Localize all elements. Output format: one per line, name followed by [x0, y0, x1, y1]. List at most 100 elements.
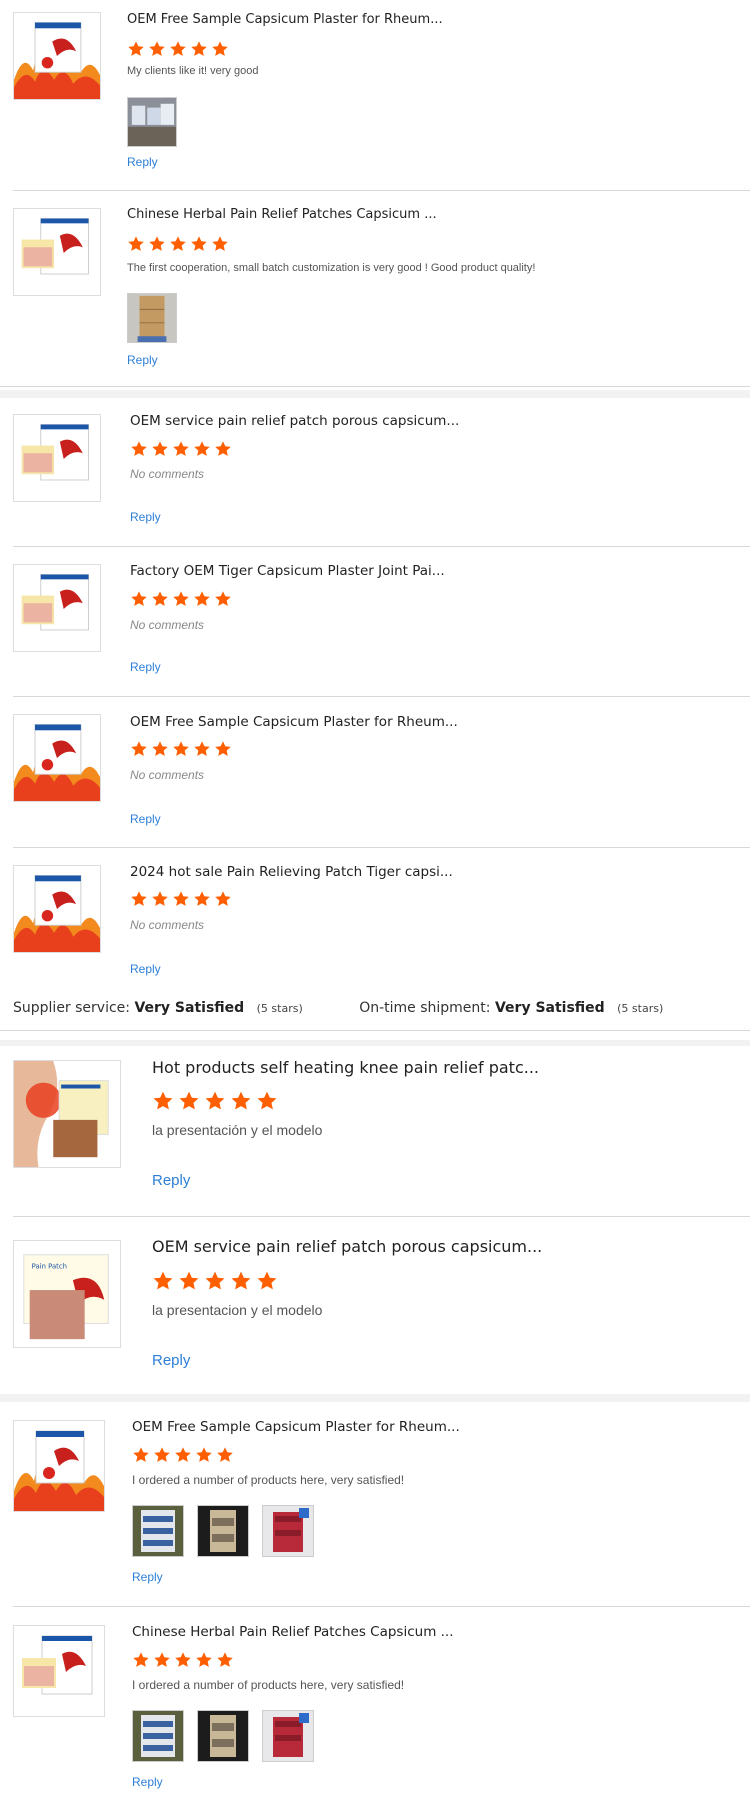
review-photo[interactable] — [132, 1710, 184, 1762]
star-icon — [127, 235, 145, 253]
reply-link[interactable]: Reply — [130, 510, 161, 524]
product-thumbnail[interactable] — [13, 865, 101, 953]
divider — [13, 1606, 750, 1607]
product-thumbnail[interactable] — [13, 12, 101, 100]
divider — [13, 190, 750, 191]
review-photos — [132, 1710, 327, 1762]
product-title[interactable]: Factory OEM Tiger Capsicum Plaster Joint… — [130, 563, 445, 579]
product-thumbnail[interactable] — [13, 564, 101, 652]
star-rating — [130, 890, 235, 908]
star-icon — [172, 890, 190, 908]
product-thumbnail[interactable] — [13, 1625, 105, 1717]
review-photo[interactable] — [262, 1710, 314, 1762]
product-thumbnail[interactable] — [13, 208, 101, 296]
star-icon — [152, 1270, 174, 1292]
star-icon — [256, 1090, 278, 1112]
review-comment: la presentación y el modelo — [152, 1122, 323, 1138]
shipment-stars: (5 stars) — [617, 1002, 664, 1015]
star-icon — [148, 235, 166, 253]
reply-link[interactable]: Reply — [130, 660, 161, 674]
section-separator — [0, 1394, 750, 1402]
star-rating — [130, 590, 235, 608]
star-icon — [132, 1651, 150, 1669]
star-icon — [174, 1651, 192, 1669]
star-rating — [130, 740, 235, 758]
review-photo[interactable] — [197, 1710, 249, 1762]
star-icon — [230, 1090, 252, 1112]
review-photo[interactable] — [262, 1505, 314, 1557]
review-comment: No comments — [130, 918, 205, 932]
review-photo[interactable] — [127, 97, 177, 147]
star-icon — [190, 235, 208, 253]
review-photo[interactable] — [132, 1505, 184, 1557]
supplier-service-label: Supplier service: — [13, 1000, 130, 1016]
divider — [13, 1216, 750, 1217]
star-icon — [214, 440, 232, 458]
review-comment: My clients like it! very good — [127, 65, 259, 77]
star-icon — [214, 890, 232, 908]
divider — [0, 386, 750, 387]
star-rating — [130, 440, 235, 458]
star-icon — [178, 1090, 200, 1112]
reply-link[interactable]: Reply — [152, 1172, 190, 1189]
star-icon — [151, 590, 169, 608]
reply-link[interactable]: Reply — [130, 812, 161, 826]
star-icon — [211, 40, 229, 58]
star-icon — [204, 1090, 226, 1112]
star-icon — [153, 1446, 171, 1464]
star-icon — [214, 740, 232, 758]
star-icon — [130, 440, 148, 458]
reply-link[interactable]: Reply — [132, 1570, 163, 1584]
product-title[interactable]: Chinese Herbal Pain Relief Patches Capsi… — [132, 1624, 454, 1640]
star-icon — [193, 440, 211, 458]
star-rating — [132, 1651, 237, 1669]
star-icon — [152, 1090, 174, 1112]
supplier-rating-summary: Supplier service: Very Satisfied (5 star… — [13, 1000, 663, 1016]
review-photo[interactable] — [127, 293, 177, 343]
product-title[interactable]: OEM Free Sample Capsicum Plaster for Rhe… — [127, 12, 443, 27]
star-rating — [152, 1270, 282, 1292]
product-thumbnail[interactable] — [13, 714, 101, 802]
star-rating — [152, 1090, 282, 1112]
product-title[interactable]: OEM Free Sample Capsicum Plaster for Rhe… — [132, 1419, 460, 1435]
product-title[interactable]: OEM service pain relief patch porous cap… — [130, 413, 459, 429]
product-title[interactable]: OEM service pain relief patch porous cap… — [152, 1237, 542, 1256]
star-icon — [195, 1651, 213, 1669]
star-icon — [148, 40, 166, 58]
product-thumbnail[interactable] — [13, 1420, 105, 1512]
reply-link[interactable]: Reply — [130, 962, 161, 976]
star-rating — [132, 1446, 237, 1464]
star-icon — [130, 590, 148, 608]
star-icon — [169, 235, 187, 253]
review-photos — [127, 293, 190, 343]
divider — [13, 546, 750, 547]
review-photos — [132, 1505, 327, 1557]
product-thumbnail[interactable] — [13, 414, 101, 502]
divider — [13, 696, 750, 697]
star-icon — [169, 40, 187, 58]
reply-link[interactable]: Reply — [152, 1352, 190, 1369]
product-title[interactable]: Hot products self heating knee pain reli… — [152, 1058, 539, 1077]
supplier-service-stars: (5 stars) — [256, 1002, 303, 1015]
product-title[interactable]: 2024 hot sale Pain Relieving Patch Tiger… — [130, 864, 453, 880]
star-icon — [151, 890, 169, 908]
reply-link[interactable]: Reply — [127, 155, 158, 169]
star-rating — [127, 235, 232, 253]
star-icon — [153, 1651, 171, 1669]
star-icon — [130, 740, 148, 758]
supplier-service-value: Very Satisfied — [134, 1000, 245, 1016]
product-thumbnail[interactable]: Pain Patch — [13, 1240, 121, 1348]
product-title[interactable]: OEM Free Sample Capsicum Plaster for Rhe… — [130, 714, 458, 730]
review-photos — [127, 97, 190, 147]
product-thumbnail[interactable] — [13, 1060, 121, 1168]
shipment-label: On-time shipment: — [359, 1000, 491, 1016]
star-icon — [256, 1270, 278, 1292]
review-photo[interactable] — [197, 1505, 249, 1557]
reply-link[interactable]: Reply — [127, 353, 158, 367]
svg-text:Pain Patch: Pain Patch — [32, 1262, 67, 1270]
product-title[interactable]: Chinese Herbal Pain Relief Patches Capsi… — [127, 207, 437, 222]
star-icon — [193, 590, 211, 608]
review-comment: The first cooperation, small batch custo… — [127, 262, 536, 274]
star-icon — [172, 440, 190, 458]
reply-link[interactable]: Reply — [132, 1775, 163, 1789]
